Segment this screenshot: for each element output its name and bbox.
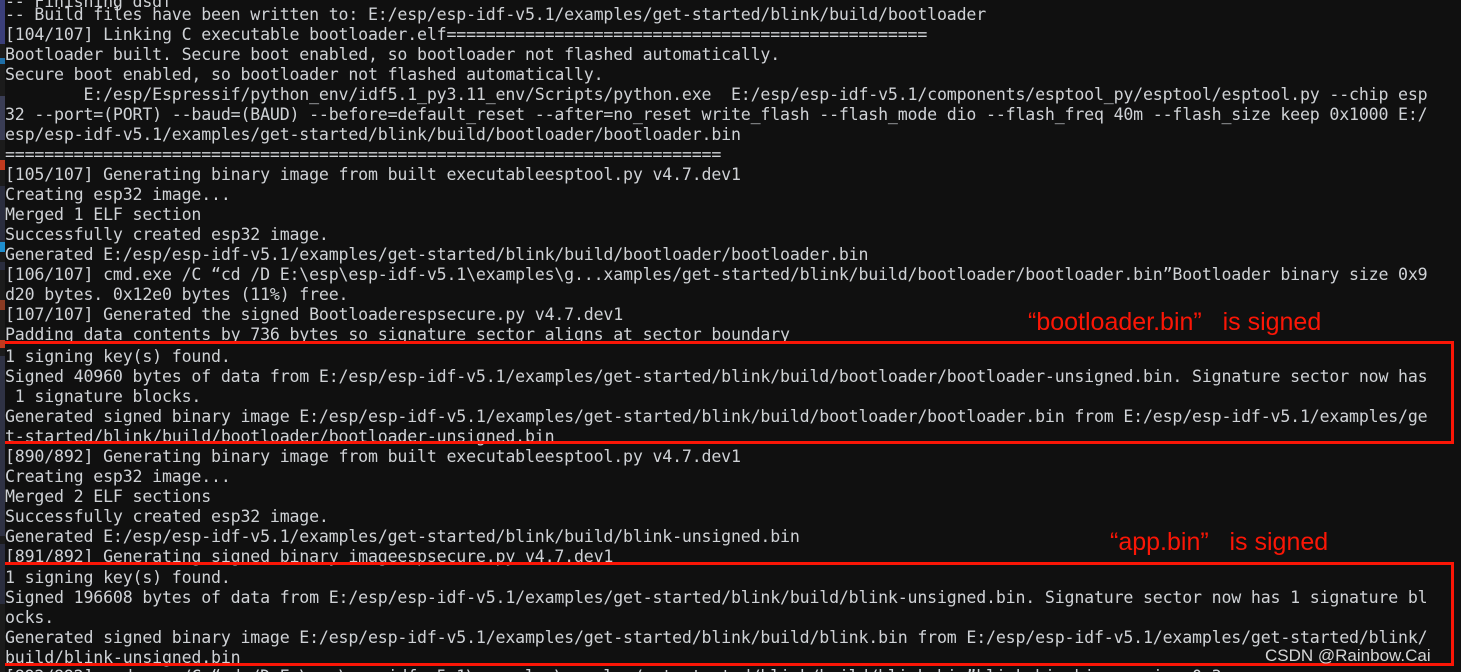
terminal-line: Generated E:/esp/esp-idf-v5.1/examples/g… <box>5 245 869 264</box>
terminal-line: [107/107] Generated the signed Bootloade… <box>5 305 624 324</box>
terminal-window[interactable]: -- Finishing dsdf -- Build files have bee… <box>0 0 1461 672</box>
gutter-mark[interactable] <box>0 186 5 242</box>
terminal-line: Secure boot enabled, so bootloader not f… <box>5 65 604 84</box>
terminal-line: ocks. <box>5 608 55 627</box>
csdn-watermark: CSDN @Rainbow.Cai <box>1265 646 1431 665</box>
terminal-line: 1 signing key(s) found. <box>5 347 231 366</box>
terminal-line: Generated signed binary image E:/esp/esp… <box>5 407 1428 426</box>
gutter-mark[interactable] <box>0 58 5 64</box>
gutter-mark[interactable] <box>0 356 5 536</box>
gutter-mark[interactable] <box>0 340 5 348</box>
gutter-mark[interactable] <box>0 0 5 44</box>
terminal-line: [106/107] cmd.exe /C “cd /D E:\esp\esp-i… <box>5 265 1428 284</box>
terminal-line: [890/892] Generating binary image from b… <box>5 447 741 466</box>
terminal-line: build/blink-unsigned.bin <box>5 648 241 667</box>
annotation-app-signed: “app.bin” is signed <box>1110 528 1329 556</box>
terminal-line: Successfully created esp32 image. <box>5 507 329 526</box>
gutter-mark[interactable] <box>0 242 5 252</box>
terminal-line: [891/892] Generating signed binary image… <box>5 547 614 566</box>
terminal-line: Merged 1 ELF section <box>5 205 202 224</box>
terminal-line: esp/esp-idf-v5.1/examples/get-started/bl… <box>5 125 741 144</box>
terminal-line: ========================================… <box>5 145 722 164</box>
terminal-line: Merged 2 ELF sections <box>5 487 212 506</box>
gutter-mark[interactable] <box>0 160 5 170</box>
gutter-mark[interactable] <box>0 96 5 140</box>
annotation-bootloader-signed: “bootloader.bin” is signed <box>1028 308 1322 336</box>
terminal-line: 32 --port=(PORT) --baud=(BAUD) --before=… <box>5 105 1428 124</box>
terminal-line: [892/892] cmd.exe /C “cd /D E:\esp\esp-i… <box>5 667 1222 672</box>
terminal-line: Padding data contents by 736 bytes so si… <box>5 325 790 344</box>
terminal-line: d20 bytes. 0x12e0 bytes (11%) free. <box>5 285 349 304</box>
terminal-line: t-started/blink/build/bootloader/bootloa… <box>5 427 555 446</box>
terminal-line: [105/107] Generating binary image from b… <box>5 165 741 184</box>
terminal-line: Creating esp32 image... <box>5 185 231 204</box>
gutter-mark[interactable] <box>0 262 5 270</box>
terminal-line: [104/107] Linking C executable bootloade… <box>5 25 928 44</box>
terminal-line: Bootloader built. Secure boot enabled, s… <box>5 45 781 64</box>
gutter-mark[interactable] <box>0 544 5 604</box>
terminal-line: Successfully created esp32 image. <box>5 225 329 244</box>
terminal-line: Creating esp32 image... <box>5 467 231 486</box>
terminal-line: Signed 40960 bytes of data from E:/esp/e… <box>5 367 1428 386</box>
terminal-line: Generated E:/esp/esp-idf-v5.1/examples/g… <box>5 527 800 546</box>
editor-gutter-minimap[interactable] <box>0 0 5 672</box>
terminal-line: 1 signing key(s) found. <box>5 568 231 587</box>
terminal-line: Generated signed binary image E:/esp/esp… <box>5 628 1428 647</box>
terminal-line: -- Build files have been written to: E:/… <box>5 5 987 24</box>
terminal-line: 1 signature blocks. <box>5 387 202 406</box>
terminal-line: Signed 196608 bytes of data from E:/esp/… <box>5 588 1428 607</box>
terminal-line: E:/esp/Espressif/python_env/idf5.1_py3.1… <box>5 85 1428 104</box>
gutter-mark[interactable] <box>0 300 5 310</box>
